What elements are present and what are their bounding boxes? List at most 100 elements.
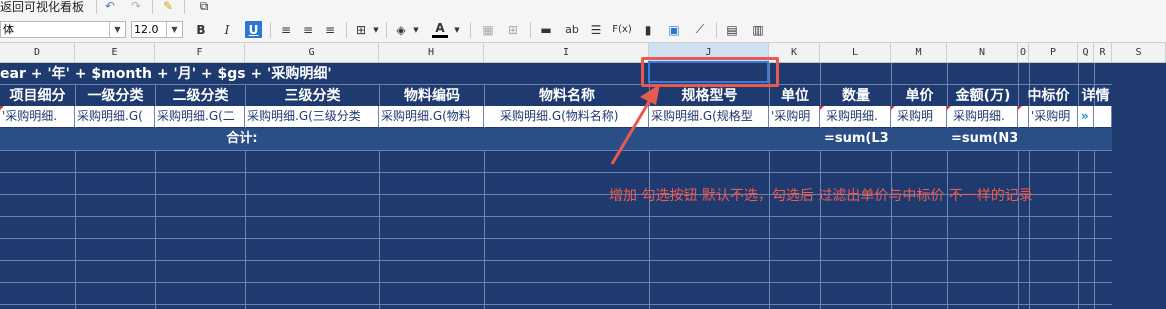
report-title-cell[interactable]: ear + '年' + $month + '月' + $gs + '采购明细' xyxy=(0,63,649,84)
grid-line xyxy=(0,282,1112,283)
column-header-h[interactable]: H xyxy=(379,43,484,62)
header-material-name[interactable]: 物料名称 xyxy=(485,85,649,106)
fill-color-icon[interactable]: ◈ xyxy=(393,21,409,38)
split-cells-icon[interactable]: ⊞ xyxy=(505,21,521,38)
column-header-p[interactable]: P xyxy=(1029,43,1078,62)
column-header-o[interactable]: O xyxy=(1018,43,1029,62)
image-icon[interactable]: ▣ xyxy=(665,21,683,38)
sum-quantity-formula[interactable]: =sum(L3 xyxy=(824,128,890,150)
sub-report-icon[interactable]: ▥ xyxy=(750,21,766,38)
toolbar-top: 返回可视化看板 ↶ ↷ ✎ ⧉ xyxy=(0,0,1166,18)
header-category-level1[interactable]: 一级分类 xyxy=(76,85,155,106)
toolbar-divider xyxy=(530,22,531,38)
data-cell-category-level2[interactable]: 采购明细.G(二 xyxy=(155,106,245,127)
details-link-icon[interactable]: » xyxy=(1081,109,1089,123)
preview-icon[interactable]: ⧉ xyxy=(196,0,212,13)
chevron-down-icon[interactable]: ▼ xyxy=(109,22,125,37)
column-header-f[interactable]: F xyxy=(155,43,245,62)
column-header-q[interactable]: Q xyxy=(1078,43,1094,62)
toolbar-divider xyxy=(346,22,347,38)
toolbar-divider xyxy=(184,0,185,14)
grid-line xyxy=(0,172,1112,173)
cell-marker xyxy=(891,106,895,110)
data-cell-amount[interactable]: 采购明细. xyxy=(947,106,1018,127)
header-material-code[interactable]: 物料编码 xyxy=(380,85,484,106)
data-cell-project-subdivision[interactable]: '采购明细. xyxy=(0,106,75,127)
header-quantity[interactable]: 数量 xyxy=(821,85,891,106)
column-header-m[interactable]: M xyxy=(891,43,947,62)
header-category-level2[interactable]: 二级分类 xyxy=(156,85,245,106)
header-amount[interactable]: 金额(万) xyxy=(948,85,1018,106)
italic-button[interactable]: I xyxy=(219,21,235,38)
format-painter-icon[interactable]: ✎ xyxy=(160,0,176,13)
column-header-d[interactable]: D xyxy=(0,43,75,62)
annotation-highlight-box xyxy=(641,57,779,87)
data-row: '采购明细. 采购明细.G( 采购明细.G(二 采购明细.G(三级分类 采购明细… xyxy=(0,106,1112,127)
font-size-select[interactable]: 12.0 ▼ xyxy=(131,21,183,38)
font-color-icon[interactable]: A xyxy=(432,21,448,38)
data-cell-text: '采购明细. xyxy=(2,109,58,123)
underline-button[interactable]: U xyxy=(245,21,262,38)
align-right-icon[interactable]: ≡ xyxy=(322,21,338,38)
insert-text-button[interactable]: ab xyxy=(562,21,582,38)
insert-field-icon[interactable]: ▬ xyxy=(538,21,554,38)
chevron-down-icon[interactable]: ▼ xyxy=(411,21,421,38)
column-header-l[interactable]: L xyxy=(820,43,891,62)
chevron-down-icon[interactable]: ▼ xyxy=(371,21,381,38)
grid-line xyxy=(0,304,1112,305)
column-header-i[interactable]: I xyxy=(484,43,649,62)
data-cell-category-level1[interactable]: 采购明细.G( xyxy=(75,106,155,127)
slash-icon[interactable]: ⟋ xyxy=(692,21,708,38)
bold-button[interactable]: B xyxy=(193,21,209,38)
sum-amount-formula[interactable]: =sum(N3 xyxy=(951,128,1017,150)
data-cell-text: 采购明 xyxy=(897,109,934,123)
column-header-e[interactable]: E xyxy=(75,43,155,62)
header-project-subdivision[interactable]: 项目细分 xyxy=(0,85,75,106)
data-cell-spec-model[interactable]: 采购明细.G(规格型 xyxy=(649,106,769,127)
chevron-down-icon[interactable]: ▼ xyxy=(452,21,462,38)
redo-icon[interactable]: ↷ xyxy=(128,0,144,13)
data-cell-unit-price[interactable]: 采购明 xyxy=(891,106,947,127)
back-to-dashboard-link[interactable]: 返回可视化看板 xyxy=(0,0,84,18)
header-unit[interactable]: 单位 xyxy=(770,85,820,106)
header-bid-price[interactable]: 中标价 xyxy=(1019,85,1078,106)
align-center-icon[interactable]: ≡ xyxy=(300,21,316,38)
rich-text-icon[interactable]: ☰ xyxy=(588,21,604,38)
toolbar-divider xyxy=(152,0,153,14)
cell-element-icon[interactable]: ▤ xyxy=(724,21,740,38)
data-cell-material-name[interactable]: 采购明细.G(物料名称) xyxy=(484,106,649,127)
data-cell-r[interactable] xyxy=(1094,106,1112,127)
sum-label[interactable]: 合计: xyxy=(0,128,484,150)
data-cell-bid-price[interactable]: '采购明 xyxy=(1029,106,1078,127)
data-cell-quantity[interactable]: 采购明细. xyxy=(820,106,891,127)
header-unit-price[interactable]: 单价 xyxy=(892,85,947,106)
align-left-icon[interactable]: ≡ xyxy=(278,21,294,38)
column-header-n[interactable]: N xyxy=(947,43,1018,62)
column-header-r[interactable]: R xyxy=(1094,43,1112,62)
border-icon[interactable]: ⊞ xyxy=(353,21,369,38)
header-category-level3[interactable]: 三级分类 xyxy=(246,85,379,106)
toolbar-divider xyxy=(470,22,471,38)
data-cell-details[interactable]: » xyxy=(1078,106,1094,127)
merge-cells-icon[interactable]: ▦ xyxy=(480,21,496,38)
grid-line xyxy=(0,238,1112,239)
column-header-s[interactable]: S xyxy=(1112,43,1166,62)
chevron-down-icon[interactable]: ▼ xyxy=(166,22,182,37)
cell-marker xyxy=(0,106,4,110)
data-cell-material-code[interactable]: 采购明细.G(物料 xyxy=(379,106,484,127)
data-cell-category-level3[interactable]: 采购明细.G(三级分类 xyxy=(245,106,379,127)
header-details[interactable]: 详情 xyxy=(1079,85,1112,106)
toolbar-divider xyxy=(716,22,717,38)
formula-button[interactable]: F(x) xyxy=(611,21,633,38)
data-cell-unit[interactable]: '采购明 xyxy=(769,106,820,127)
cell-marker xyxy=(947,106,951,110)
column-header-g[interactable]: G xyxy=(245,43,379,62)
chart-icon[interactable]: ▮ xyxy=(640,21,656,38)
data-cell-text: 采购明细.G( xyxy=(77,109,143,123)
data-cell-o[interactable] xyxy=(1018,106,1029,127)
undo-icon[interactable]: ↶ xyxy=(102,0,118,13)
header-spec-model[interactable]: 规格型号 xyxy=(650,85,769,106)
data-cell-text: '采购明 xyxy=(771,109,811,123)
font-name-select[interactable]: 体 ▼ xyxy=(0,21,126,38)
data-cell-text: 采购明细. xyxy=(953,109,1005,123)
